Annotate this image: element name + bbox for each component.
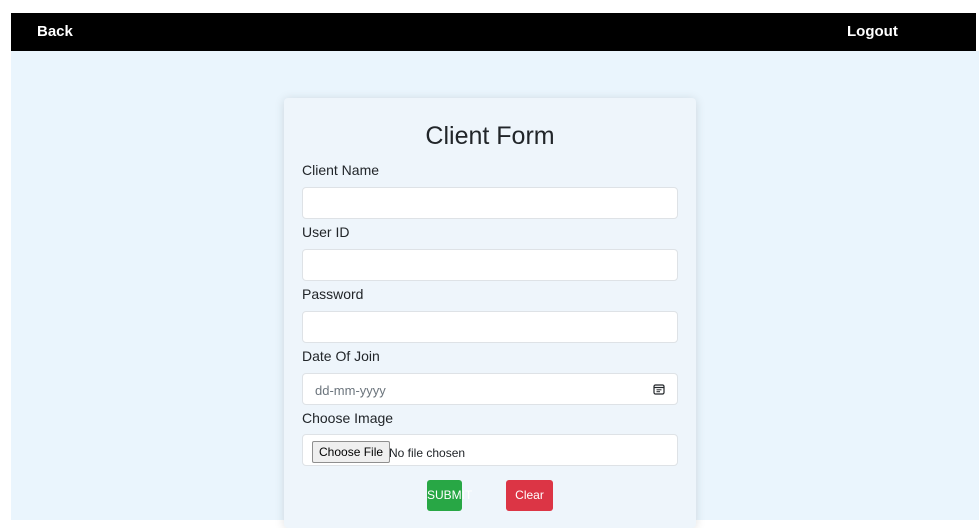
user-id-input[interactable] xyxy=(302,249,678,281)
file-status: No file chosen xyxy=(389,446,466,460)
date-of-join-input[interactable]: dd-mm-yyyy xyxy=(302,373,678,405)
date-placeholder: dd-mm-yyyy xyxy=(315,383,386,398)
navbar: Back Logout xyxy=(11,13,976,51)
form-title: Client Form xyxy=(425,122,555,150)
submit-button[interactable]: SUBMIT xyxy=(427,480,472,511)
logout-link[interactable]: Logout xyxy=(847,23,898,40)
client-form-card: Client Form Client Name User ID Password… xyxy=(284,98,696,528)
clear-button[interactable]: Clear xyxy=(506,480,553,511)
choose-file-button[interactable]: Choose File xyxy=(312,441,391,463)
user-id-label: User ID xyxy=(302,224,350,240)
calendar-icon[interactable] xyxy=(653,383,665,395)
choose-image-input[interactable]: Choose File No file chosen xyxy=(302,434,678,466)
date-of-join-label: Date Of Join xyxy=(302,348,380,364)
window-top-strip xyxy=(0,0,979,12)
client-name-input[interactable] xyxy=(302,187,678,219)
choose-image-label: Choose Image xyxy=(302,410,394,426)
client-name-label: Client Name xyxy=(302,162,380,178)
password-input[interactable] xyxy=(302,311,678,343)
password-label: Password xyxy=(302,286,364,302)
back-link[interactable]: Back xyxy=(37,23,73,40)
